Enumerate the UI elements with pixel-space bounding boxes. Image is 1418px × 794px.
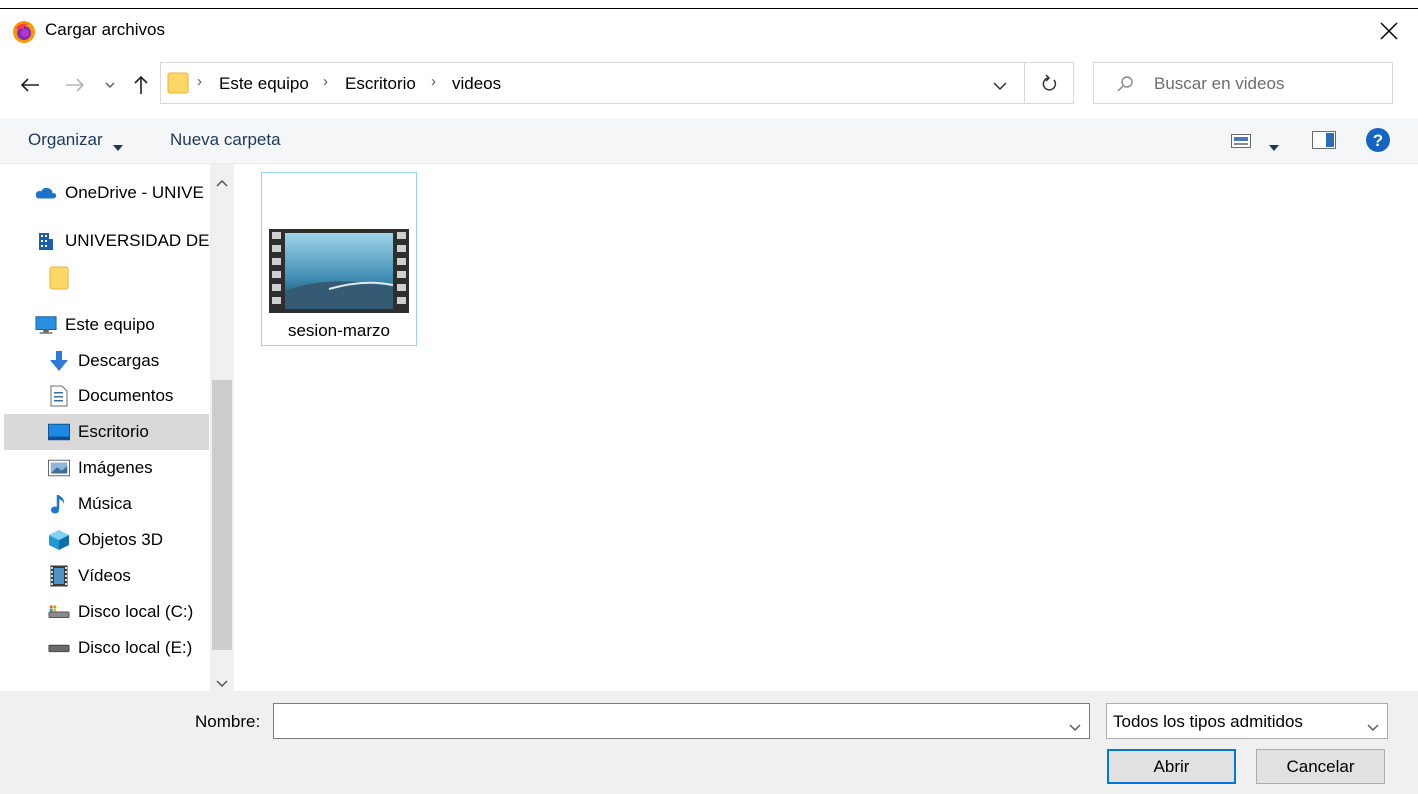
scroll-up-icon[interactable] bbox=[216, 172, 228, 192]
chevron-right-icon: › bbox=[431, 73, 436, 90]
window-title: Cargar archivos bbox=[45, 20, 165, 39]
new-folder-button[interactable]: Nueva carpeta bbox=[170, 130, 281, 150]
up-arrow-icon[interactable] bbox=[129, 68, 153, 102]
breadcrumb-videos[interactable]: videos bbox=[452, 74, 501, 94]
preview-pane-icon[interactable] bbox=[1312, 131, 1336, 154]
cube-icon bbox=[48, 529, 70, 551]
pictures-icon bbox=[48, 457, 70, 479]
sidebar-item-folder[interactable] bbox=[48, 260, 234, 296]
file-type-select[interactable]: Todos los tipos admitidos bbox=[1106, 703, 1388, 739]
scrollbar-thumb[interactable] bbox=[212, 380, 232, 650]
sidebar-item-videos[interactable]: Vídeos bbox=[48, 558, 234, 594]
video-thumbnail-icon bbox=[269, 229, 409, 313]
building-icon bbox=[35, 230, 57, 252]
cancel-button[interactable]: Cancelar bbox=[1256, 749, 1385, 784]
desktop-icon bbox=[48, 421, 70, 443]
address-separator bbox=[1024, 63, 1025, 103]
file-name: sesion-marzo bbox=[287, 321, 391, 340]
address-bar[interactable]: › Este equipo › Escritorio › videos bbox=[160, 62, 1074, 104]
title-bar bbox=[0, 9, 1418, 55]
download-icon bbox=[48, 350, 70, 372]
recent-locations-chevron-icon[interactable] bbox=[101, 68, 119, 102]
file-open-dialog: Cargar archivos › Este equipo › Escritor… bbox=[0, 0, 1418, 794]
open-button[interactable]: Abrir bbox=[1107, 749, 1236, 784]
sidebar-item-musica[interactable]: Música bbox=[48, 486, 234, 522]
chevron-right-icon: › bbox=[197, 73, 202, 90]
computer-icon bbox=[35, 314, 57, 336]
film-icon bbox=[48, 565, 70, 587]
folder-icon bbox=[48, 266, 70, 290]
command-toolbar: Organizar Nueva carpeta ? bbox=[0, 118, 1418, 164]
address-dropdown-chevron-icon[interactable] bbox=[993, 76, 1007, 96]
change-view-icon[interactable] bbox=[1231, 133, 1251, 153]
filetype-chevron-down-icon bbox=[1367, 717, 1379, 737]
sidebar-item-escritorio[interactable]: Escritorio bbox=[4, 414, 209, 450]
sidebar-item-objetos-3d[interactable]: Objetos 3D bbox=[48, 522, 234, 558]
folder-icon bbox=[167, 71, 189, 100]
sidebar-item-imagenes[interactable]: Imágenes bbox=[48, 450, 234, 486]
svg-text:?: ? bbox=[1373, 131, 1383, 150]
sidebar-item-universidad[interactable]: UNIVERSIDAD DE bbox=[35, 223, 234, 259]
name-label: Nombre: bbox=[195, 712, 261, 731]
drive-e-icon bbox=[48, 637, 70, 659]
close-icon[interactable] bbox=[1372, 14, 1406, 48]
footer-panel: Nombre: Todos los tipos admitidos Abrir … bbox=[0, 691, 1418, 794]
cloud-icon bbox=[35, 182, 57, 204]
back-arrow-icon[interactable] bbox=[16, 68, 44, 102]
view-options-dropdown-icon[interactable] bbox=[1268, 137, 1280, 157]
chevron-right-icon: › bbox=[323, 73, 328, 90]
sidebar-item-descargas[interactable]: Descargas bbox=[48, 343, 234, 379]
drive-c-icon bbox=[48, 601, 70, 623]
forward-arrow-icon[interactable] bbox=[62, 68, 88, 102]
network-icon bbox=[40, 684, 60, 691]
document-icon bbox=[48, 385, 70, 407]
refresh-icon[interactable] bbox=[1040, 73, 1058, 98]
sidebar-item-disco-c[interactable]: Disco local (C:) bbox=[48, 594, 234, 630]
search-box[interactable]: Buscar en videos bbox=[1093, 62, 1393, 104]
sidebar-item-documentos[interactable]: Documentos bbox=[48, 378, 234, 414]
file-name-input[interactable] bbox=[273, 703, 1090, 739]
sidebar-item-este-equipo[interactable]: Este equipo bbox=[35, 307, 234, 343]
organize-dropdown-icon[interactable] bbox=[112, 137, 124, 157]
firefox-icon bbox=[12, 20, 36, 44]
sidebar-item-onedrive[interactable]: OneDrive - UNIVE bbox=[35, 175, 234, 211]
navigation-pane[interactable]: OneDrive - UNIVE UNIVERSIDAD DE Este equ… bbox=[0, 164, 234, 691]
breadcrumb-escritorio[interactable]: Escritorio bbox=[345, 74, 416, 94]
help-icon[interactable]: ? bbox=[1365, 127, 1391, 158]
music-icon bbox=[48, 493, 70, 515]
organize-button[interactable]: Organizar bbox=[28, 130, 103, 150]
file-item[interactable]: sesion-marzo bbox=[261, 172, 417, 346]
breadcrumb-este-equipo[interactable]: Este equipo bbox=[219, 74, 309, 94]
search-input[interactable]: Buscar en videos bbox=[1154, 74, 1284, 94]
name-dropdown-chevron-icon[interactable] bbox=[1069, 717, 1081, 737]
sidebar-item-disco-e[interactable]: Disco local (E:) bbox=[48, 630, 234, 666]
scroll-down-icon[interactable] bbox=[216, 673, 228, 693]
search-icon bbox=[1116, 75, 1134, 98]
